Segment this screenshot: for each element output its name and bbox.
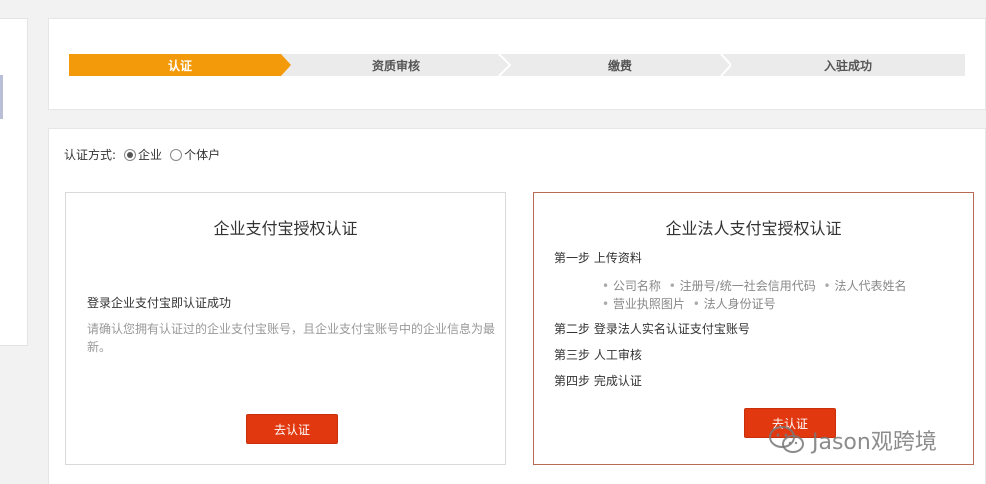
progress-card: 认证 资质审核 缴费 入驻成功 [48, 18, 986, 110]
watermark-text: Jason观跨境 [812, 430, 937, 455]
step-label: 缴费 [607, 58, 632, 73]
material-item: 法人身份证号 [693, 295, 776, 313]
step-payment: 缴费 [509, 54, 731, 76]
auth-method-label: 认证方式: [64, 148, 117, 162]
radio-label: 个体户 [184, 148, 221, 162]
radio-individual[interactable]: 个体户 [170, 146, 220, 163]
material-item: 注册号/统一社会信用代码 [669, 277, 816, 295]
radio-selected-icon[interactable] [124, 148, 137, 161]
option-title: 企业支付宝授权认证 [213, 219, 358, 238]
step-four-text: 第四步 完成认证 [554, 374, 642, 388]
watermark: Jason观跨境 [768, 424, 937, 456]
material-item: 营业执照图片 [602, 295, 685, 313]
step-label: 认证 [167, 58, 192, 73]
option-description: 请确认您拥有认证过的企业支付宝账号，且企业支付宝账号中的企业信息为最新。 [87, 322, 496, 354]
radio-enterprise[interactable]: 企业 [124, 146, 162, 163]
required-materials-list: 公司名称 注册号/统一社会信用代码 法人代表姓名 营业执照图片 法人身份证号 [602, 277, 962, 313]
option-subtitle: 登录企业支付宝即认证成功 [87, 296, 232, 310]
step-progress-bar: 认证 资质审核 缴费 入驻成功 [69, 54, 965, 76]
radio-unselected-icon[interactable] [170, 148, 183, 161]
step-onboard-success: 入驻成功 [731, 54, 965, 76]
left-sidebar-panel [0, 18, 28, 346]
step-verify: 认证 [69, 54, 291, 76]
material-item: 法人代表姓名 [824, 277, 906, 295]
step-three-text: 第三步 人工审核 [554, 348, 642, 362]
step-label: 入驻成功 [823, 58, 872, 73]
step-two-text: 第二步 登录法人实名认证支付宝账号 [554, 322, 750, 336]
option-title: 企业法人支付宝授权认证 [665, 219, 842, 238]
material-item: 公司名称 [602, 277, 661, 295]
auth-method-row: 认证方式: 企业 个体户 [64, 146, 220, 163]
radio-label: 企业 [138, 148, 163, 162]
step-one-text: 第一步 上传资料 [554, 251, 642, 265]
wechat-icon [769, 426, 804, 453]
verify-button[interactable]: 去认证 [246, 414, 338, 444]
enterprise-alipay-option[interactable]: 企业支付宝授权认证 登录企业支付宝即认证成功 请确认您拥有认证过的企业支付宝账号… [65, 192, 506, 465]
sidebar-indicator [0, 75, 3, 119]
step-qualification-review: 资质审核 [281, 54, 511, 76]
step-label: 资质审核 [371, 58, 420, 73]
